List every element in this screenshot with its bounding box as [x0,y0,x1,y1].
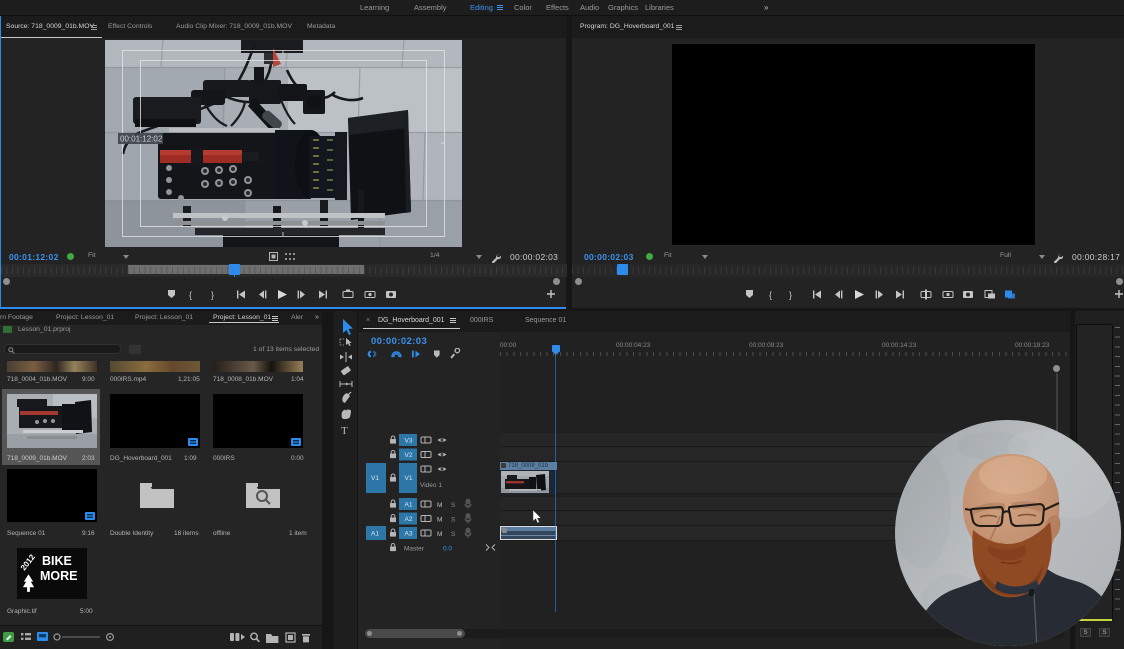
svg-text:Video 1: Video 1 [420,482,442,489]
svg-text:}: } [211,290,214,300]
svg-text:V2: V2 [405,452,413,459]
svg-text:T: T [341,425,348,437]
svg-text:Master: Master [404,546,425,553]
svg-text:S: S [451,531,456,538]
svg-text:A1: A1 [371,531,379,538]
svg-text:{: { [189,290,192,300]
svg-text:M: M [437,517,442,524]
svg-text:S: S [451,502,456,509]
svg-text:00:01:12:02: 00:01:12:02 [120,135,163,144]
svg-text:V1: V1 [371,475,379,482]
svg-text:{: { [769,290,772,300]
svg-text:A2: A2 [405,516,413,523]
svg-text:A1: A1 [405,502,413,509]
svg-text:V3: V3 [405,438,413,445]
svg-text:M: M [437,531,442,538]
svg-text:0.0: 0.0 [443,546,452,553]
svg-text:M: M [437,502,442,509]
svg-text:A3: A3 [405,531,413,538]
svg-text:S: S [451,517,456,524]
svg-text:V1: V1 [405,475,413,482]
svg-text:}: } [789,290,792,300]
